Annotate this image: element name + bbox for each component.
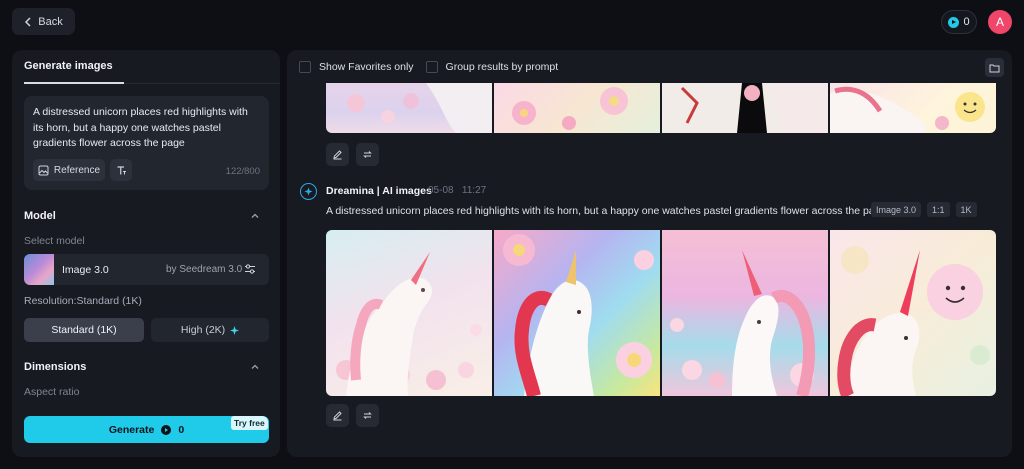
tag-aspect-ratio: 1:1	[927, 202, 950, 217]
folder-button[interactable]	[985, 58, 1004, 77]
dimensions-section-title: Dimensions	[24, 361, 87, 373]
result-image[interactable]	[662, 230, 828, 396]
back-label: Back	[38, 15, 63, 28]
reference-label: Reference	[53, 164, 101, 176]
generation-date: 05-08	[428, 185, 454, 196]
tag-resolution: 1K	[955, 202, 977, 217]
generate-cost: 0	[178, 423, 185, 436]
tab-generate-images[interactable]: Generate images	[24, 60, 113, 72]
aspect-ratio-label: Aspect ratio	[24, 386, 80, 398]
regenerate-icon	[363, 151, 372, 158]
select-model-label: Select model	[24, 235, 85, 247]
edit-button[interactable]	[326, 143, 349, 166]
sparkle-icon	[230, 325, 240, 335]
dreamina-logo-icon	[300, 183, 317, 200]
generation-image-row	[326, 230, 996, 396]
result-image[interactable]	[830, 230, 996, 396]
credits-pill[interactable]: 0	[941, 10, 977, 34]
generation-tags: Image 3.0 1:1 1K	[871, 202, 977, 217]
generation-timestamp: 05-08 11:27	[428, 185, 486, 196]
resolution-standard-button[interactable]: Standard (1K)	[24, 318, 144, 342]
result-image[interactable]	[662, 83, 828, 133]
generation-time: 11:27	[461, 185, 487, 196]
tag-model: Image 3.0	[871, 202, 922, 217]
credit-icon	[948, 16, 960, 28]
generate-label: Generate	[108, 423, 155, 436]
resolution-standard-label: Standard (1K)	[51, 324, 117, 336]
result-image[interactable]	[494, 83, 660, 133]
resolution-high-label: High (2K)	[180, 324, 226, 336]
chevron-left-icon	[25, 16, 31, 27]
model-name: Image 3.0	[62, 264, 109, 276]
group-by-prompt-label[interactable]: Group results by prompt	[446, 61, 559, 73]
back-button[interactable]: Back	[12, 8, 75, 35]
edit-icon	[333, 411, 342, 421]
generation-prompt[interactable]: A distressed unicorn places red highligh…	[326, 205, 886, 217]
reference-button[interactable]: Reference	[33, 159, 105, 181]
chevron-up-icon[interactable]	[250, 211, 260, 221]
prompt-input[interactable]: A distressed unicorn places red highligh…	[33, 105, 261, 152]
show-favorites-checkbox[interactable]	[299, 61, 311, 73]
resolution-high-button[interactable]: High (2K)	[151, 318, 269, 342]
resolution-label: Resolution:Standard (1K)	[24, 295, 142, 307]
model-provider: by Seedream 3.0	[166, 264, 243, 275]
regenerate-button[interactable]	[356, 404, 379, 427]
show-favorites-label[interactable]: Show Favorites only	[319, 61, 414, 73]
result-image[interactable]	[326, 83, 492, 133]
model-thumbnail	[24, 254, 54, 285]
group-by-prompt-checkbox[interactable]	[425, 61, 438, 73]
credits-count: 0	[963, 16, 970, 28]
char-count: 122/800	[225, 166, 260, 177]
folder-icon	[989, 64, 1000, 72]
edit-button[interactable]	[326, 404, 349, 427]
credit-icon	[161, 424, 172, 435]
generate-panel: Generate images A distressed unicorn pla…	[12, 50, 280, 457]
result-image[interactable]	[494, 230, 660, 396]
chevron-up-icon[interactable]	[250, 362, 260, 372]
results-panel: Show Favorites only Group results by pro…	[287, 50, 1012, 457]
try-free-badge: Try free	[231, 416, 268, 430]
reference-image-icon	[38, 165, 49, 175]
text-format-button[interactable]	[110, 159, 132, 181]
text-format-icon	[117, 165, 126, 174]
settings-sliders-icon[interactable]	[244, 263, 256, 275]
regenerate-icon	[363, 412, 372, 419]
edit-icon	[333, 150, 342, 160]
prompt-box[interactable]: A distressed unicorn places red highligh…	[24, 96, 269, 190]
result-image[interactable]	[830, 83, 996, 133]
generation-author: Dreamina | AI images	[326, 185, 432, 197]
regenerate-button[interactable]	[356, 143, 379, 166]
model-selector[interactable]: Image 3.0 by Seedream 3.0	[24, 254, 269, 285]
previous-image-row	[326, 83, 996, 133]
avatar[interactable]: A	[988, 10, 1012, 34]
top-bar: Back 0 A	[0, 0, 1024, 44]
tab-active-indicator	[24, 82, 124, 84]
filter-row: Show Favorites only Group results by pro…	[299, 60, 562, 74]
model-section-title: Model	[24, 210, 56, 222]
result-image[interactable]	[326, 230, 492, 396]
